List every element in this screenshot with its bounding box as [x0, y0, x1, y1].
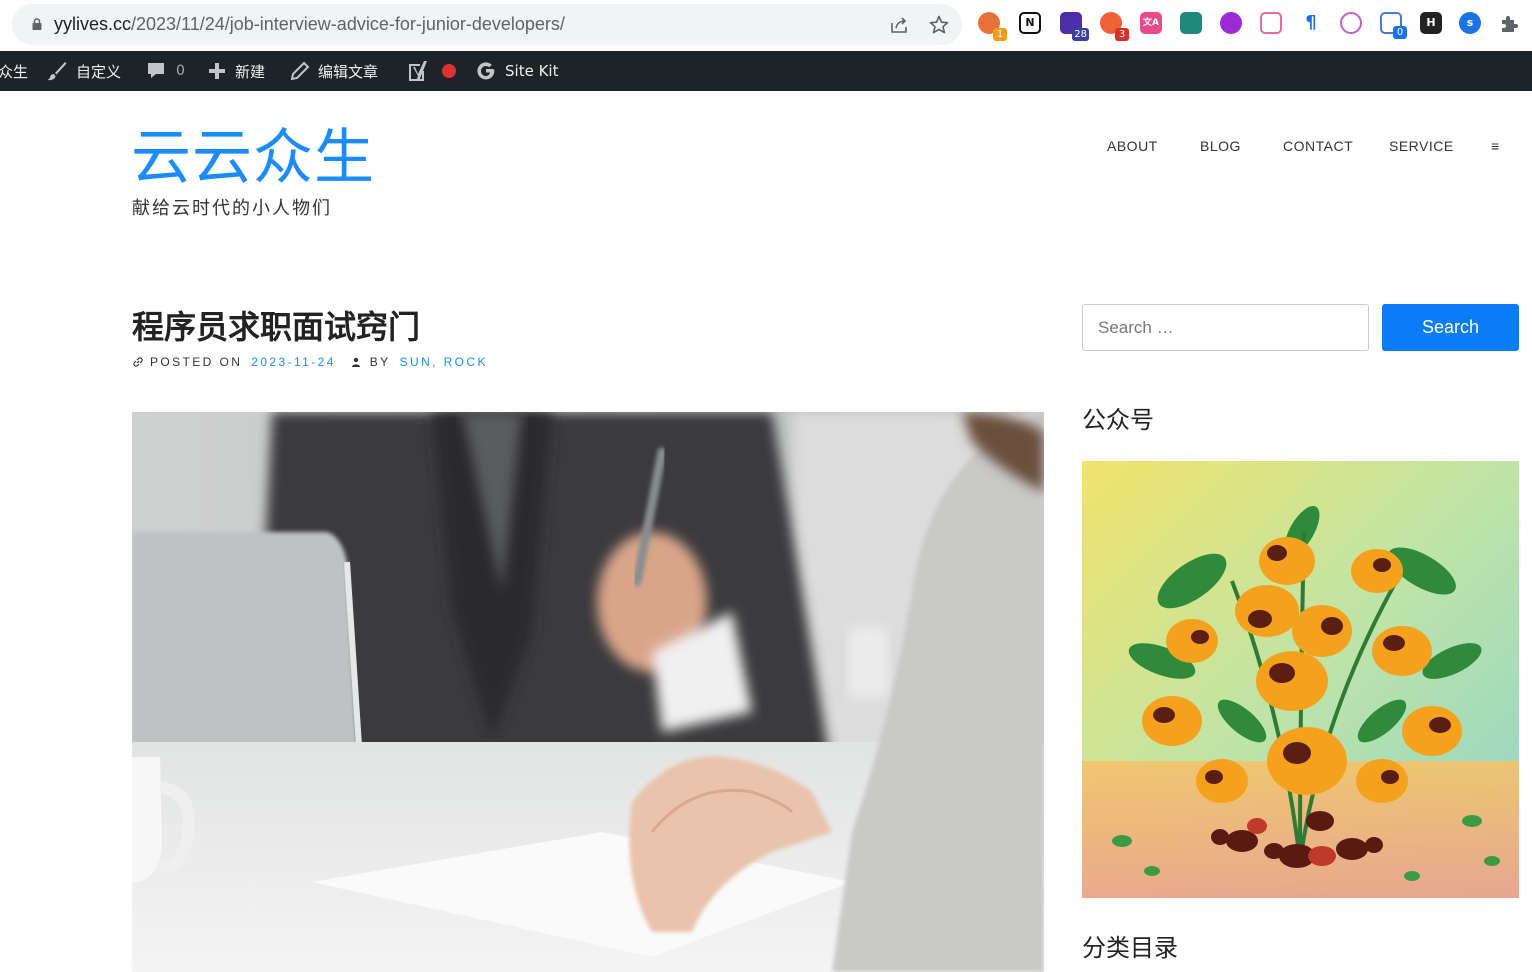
hf-icon[interactable]: H	[1420, 12, 1442, 34]
adminbar-comments[interactable]: 0	[146, 51, 185, 91]
extension-icon-blue[interactable]: ¶	[1300, 12, 1322, 34]
plus-icon	[209, 63, 225, 79]
extension-icon-3[interactable]: 3	[1100, 12, 1129, 41]
post-meta: POSTED ON 2023-11-24 BY SUN, ROCK	[132, 355, 488, 369]
nav-blog[interactable]: BLOG	[1200, 138, 1241, 154]
share-icon[interactable]	[888, 14, 910, 36]
red-dot-icon	[442, 64, 456, 78]
post-date-link[interactable]: 2023-11-24	[251, 355, 336, 369]
by-label: BY	[369, 355, 391, 369]
lock-icon[interactable]	[32, 18, 42, 30]
ant-illustration	[1082, 461, 1519, 898]
adminbar-new[interactable]: 新建	[207, 51, 265, 91]
nav-service[interactable]: SERVICE	[1389, 138, 1454, 154]
search-input[interactable]	[1082, 304, 1369, 351]
extension-icon-sync[interactable]: 0	[1380, 12, 1407, 39]
translate-icon[interactable]: 文A	[1140, 12, 1162, 34]
wp-admin-bar: 众生 自定义 0 新建 编辑文章 Site Kit	[0, 51, 1532, 91]
seo-status-dot[interactable]	[441, 51, 465, 91]
site-description: 献给云时代的小人物们	[132, 198, 332, 219]
featured-image	[132, 412, 1044, 972]
yoast-icon	[409, 61, 427, 81]
adminbar-customize[interactable]: 自定义	[46, 51, 121, 91]
openai-icon[interactable]	[1340, 12, 1362, 34]
adminbar-site-kit[interactable]: Site Kit	[475, 51, 558, 91]
widget-title-wechat: 公众号	[1082, 406, 1154, 434]
extension-icon-grid[interactable]	[1180, 12, 1202, 34]
wechat-qr-image	[1082, 461, 1519, 898]
posted-on-label: POSTED ON	[150, 355, 243, 369]
extension-icon-b[interactable]: ꜱ	[1459, 12, 1481, 34]
bookmark-star-icon[interactable]	[928, 14, 950, 36]
author-links[interactable]: SUN, ROCK	[400, 355, 488, 369]
browser-toolbar: yylives.cc/2023/11/24/job-interview-advi…	[0, 0, 1532, 51]
site-title[interactable]: 云云众生	[131, 118, 375, 198]
widget-title-categories: 分类目录	[1082, 934, 1178, 962]
menu-toggle-icon[interactable]: ≡	[1491, 138, 1500, 154]
link-icon	[133, 357, 143, 367]
adminbar-yoast[interactable]	[406, 51, 438, 91]
extension-icon-purple[interactable]	[1220, 12, 1242, 34]
nav-about[interactable]: ABOUT	[1107, 138, 1158, 154]
extensions-puzzle-icon[interactable]	[1498, 12, 1520, 34]
extension-icon-1[interactable]: 1	[978, 12, 1007, 41]
extension-icon-crown[interactable]	[1260, 12, 1282, 34]
url-text[interactable]: yylives.cc/2023/11/24/job-interview-advi…	[54, 14, 565, 35]
comment-icon	[148, 63, 164, 78]
adminbar-site-name[interactable]: 众生	[0, 51, 28, 91]
interview-photo	[132, 412, 1044, 972]
search-button[interactable]: Search	[1382, 304, 1519, 351]
pencil-icon	[290, 61, 310, 81]
adminbar-edit-post[interactable]: 编辑文章	[290, 51, 378, 91]
google-g-icon	[477, 62, 495, 80]
post-title: 程序员求职面试窍门	[132, 308, 421, 346]
address-bar[interactable]: yylives.cc/2023/11/24/job-interview-advi…	[12, 4, 962, 45]
nav-contact[interactable]: CONTACT	[1283, 138, 1353, 154]
brush-icon	[47, 62, 67, 81]
author-icon	[351, 357, 360, 367]
notion-icon[interactable]: N	[1019, 12, 1041, 34]
extension-icon-cap[interactable]: 28	[1060, 12, 1089, 41]
